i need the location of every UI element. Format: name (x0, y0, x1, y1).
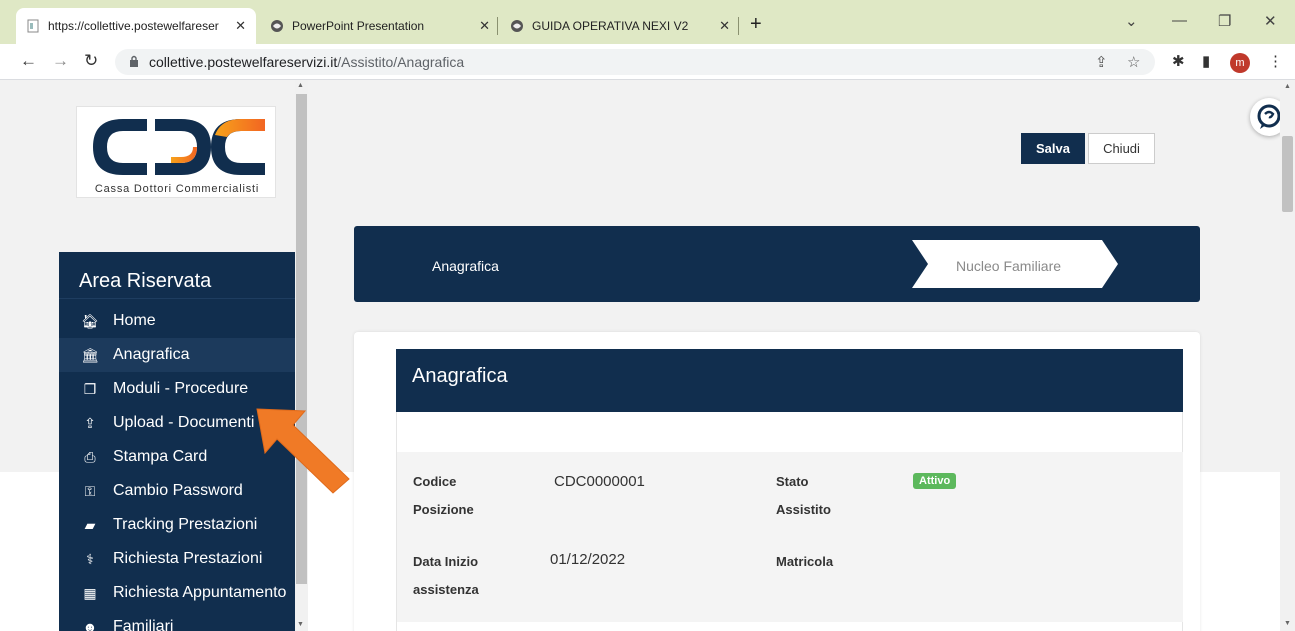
url-text: collettive.postewelfareservizi.it/Assist… (149, 54, 464, 70)
menu-kebab-icon[interactable]: ⋮ (1268, 52, 1283, 70)
reload-icon[interactable]: ↻ (84, 51, 98, 71)
sidebar-item-label: Upload - Documenti (113, 414, 255, 431)
browser-toolbar: ← → ↻ collettive.postewelfareservizi.it/… (0, 44, 1295, 80)
bank-icon: 🏛︎ (81, 346, 99, 363)
sidebar-item-label: Anagrafica (113, 346, 190, 363)
matricola-label: Matricola (776, 554, 834, 569)
card-title: Anagrafica (412, 365, 508, 387)
close-tab-icon[interactable]: ✕ (719, 18, 730, 34)
tab-title: GUIDA OPERATIVA NEXI V2 (532, 19, 689, 33)
cdc-logo-mark (93, 119, 265, 175)
minimize-icon[interactable]: — (1172, 12, 1187, 29)
globe-icon (270, 19, 284, 33)
sidebar-item-familiari[interactable]: ☻ Familiari (59, 610, 295, 631)
browser-tab-bar: https://collettive.postewelfareser ✕ Pow… (0, 0, 1295, 44)
new-tab-icon[interactable]: + (750, 13, 762, 36)
print-icon: ⎙ (84, 448, 96, 465)
share-icon[interactable]: ⇪ (1095, 53, 1108, 71)
scroll-down-icon[interactable]: ▼ (1284, 620, 1291, 627)
tab-title: https://collettive.postewelfareser (48, 19, 219, 33)
close-tab-icon[interactable]: ✕ (479, 18, 490, 34)
scroll-down-icon[interactable]: ▼ (297, 621, 304, 628)
url-host: collettive.postewelfareservizi.it (149, 54, 338, 70)
close-window-icon[interactable]: ✕ (1264, 12, 1277, 30)
sidebar-item-label: Richiesta Appuntamento (113, 584, 287, 601)
address-bar[interactable]: collettive.postewelfareservizi.it/Assist… (115, 49, 1155, 75)
logo-caption: Cassa Dottori Commercialisti (94, 183, 260, 195)
back-icon[interactable]: ← (20, 51, 37, 71)
sidebar-item-home[interactable]: 🏠︎ Home (59, 304, 295, 338)
card-header: Anagrafica (396, 349, 1183, 412)
url-path: /Assistito/Anagrafica (337, 54, 465, 70)
step-navigation: Anagrafica Nucleo Familiare (354, 226, 1200, 302)
card-body: Codice Posizione CDC0000001 Stato Assist… (396, 412, 1183, 631)
tab-collettive[interactable]: https://collettive.postewelfareser ✕ (16, 8, 256, 44)
sidebar-header: Area Riservata (59, 252, 295, 299)
fields-section: Codice Posizione CDC0000001 Stato Assist… (397, 452, 1183, 622)
page-scroll-thumb[interactable] (1282, 136, 1293, 212)
data-inizio-value: 01/12/2022 (550, 551, 626, 568)
page-scrollbar[interactable]: ▲ ▼ (1280, 80, 1295, 631)
step-label: Nucleo Familiare (956, 258, 1062, 274)
sidebar-item-label: Home (113, 312, 156, 329)
page-content: Cassa Dottori Commercialisti Area Riserv… (0, 80, 1280, 631)
sidebar-item-label: Stampa Card (113, 448, 208, 465)
sidebar-item-richiesta-appuntamento[interactable]: ▦ Richiesta Appuntamento (59, 576, 295, 610)
tab-separator (738, 17, 739, 35)
save-button[interactable]: Salva (1021, 133, 1085, 164)
tab-search-icon[interactable]: ⌄ (1125, 12, 1138, 30)
close-button[interactable]: Chiudi (1088, 133, 1155, 164)
side-panel-icon[interactable]: ▮ (1202, 52, 1210, 70)
sidebar-title: Area Riservata (79, 270, 212, 292)
close-tab-icon[interactable]: ✕ (235, 18, 246, 34)
tab-title: PowerPoint Presentation (292, 19, 425, 33)
annotation-arrow-icon (256, 408, 350, 494)
forward-icon[interactable]: → (52, 51, 69, 71)
bookmark-star-icon[interactable]: ☆ (1127, 53, 1140, 71)
cdc-logo[interactable]: Cassa Dottori Commercialisti (76, 106, 276, 198)
stethoscope-icon: ⚕ (86, 550, 94, 567)
tab-separator (497, 17, 498, 35)
tab-guida[interactable]: GUIDA OPERATIVA NEXI V2 ✕ (500, 8, 740, 44)
sidebar-item-label: Richiesta Prestazioni (113, 550, 263, 567)
sidebar-item-moduli[interactable]: ❐ Moduli - Procedure (59, 372, 295, 406)
globe-icon (510, 19, 524, 33)
restore-icon[interactable]: ❐ (1218, 12, 1231, 30)
extensions-icon[interactable]: ✱ (1172, 52, 1185, 70)
scroll-up-icon[interactable]: ▲ (297, 82, 304, 89)
key-icon: ⚿ (84, 482, 96, 499)
data-inizio-label: Data Inizio assistenza (413, 554, 479, 597)
sidebar-scrollbar[interactable]: ▲ ▼ (295, 80, 308, 631)
copy-icon: ❐ (83, 380, 97, 397)
sidebar-scroll-thumb[interactable] (296, 94, 307, 584)
stato-assistito-label: Stato Assistito (776, 474, 831, 517)
sidebar-item-label: Moduli - Procedure (113, 380, 249, 397)
upload-icon: ⇪ (84, 414, 96, 431)
step-anagrafica[interactable]: Anagrafica (432, 258, 499, 274)
sidebar-item-label: Familiari (113, 618, 174, 631)
sidebar-item-richiesta-prestazioni[interactable]: ⚕ Richiesta Prestazioni (59, 542, 295, 576)
book-icon: ▰ (84, 516, 96, 533)
sidebar-item-label: Cambio Password (113, 482, 243, 499)
codice-posizione-label: Codice Posizione (413, 474, 474, 517)
sidebar-item-tracking[interactable]: ▰ Tracking Prestazioni (59, 508, 295, 542)
users-icon: ☻ (82, 619, 98, 631)
sidebar-item-anagrafica[interactable]: 🏛︎ Anagrafica (59, 338, 295, 372)
sidebar-item-label: Tracking Prestazioni (113, 516, 258, 533)
lock-icon (130, 55, 138, 67)
status-badge: Attivo (913, 473, 957, 489)
calendar-icon: ▦ (83, 584, 97, 601)
tab-powerpoint[interactable]: PowerPoint Presentation ✕ (260, 8, 500, 44)
codice-posizione-value: CDC0000001 (554, 473, 645, 490)
page-icon (26, 19, 40, 33)
anagrafica-card: Anagrafica Codice Posizione CDC0000001 S… (354, 332, 1200, 631)
profile-avatar[interactable]: m (1230, 53, 1250, 73)
home-icon: 🏠︎ (81, 312, 99, 329)
step-nucleo-familiare[interactable]: Nucleo Familiare (912, 240, 1118, 293)
scroll-up-icon[interactable]: ▲ (1284, 83, 1291, 90)
